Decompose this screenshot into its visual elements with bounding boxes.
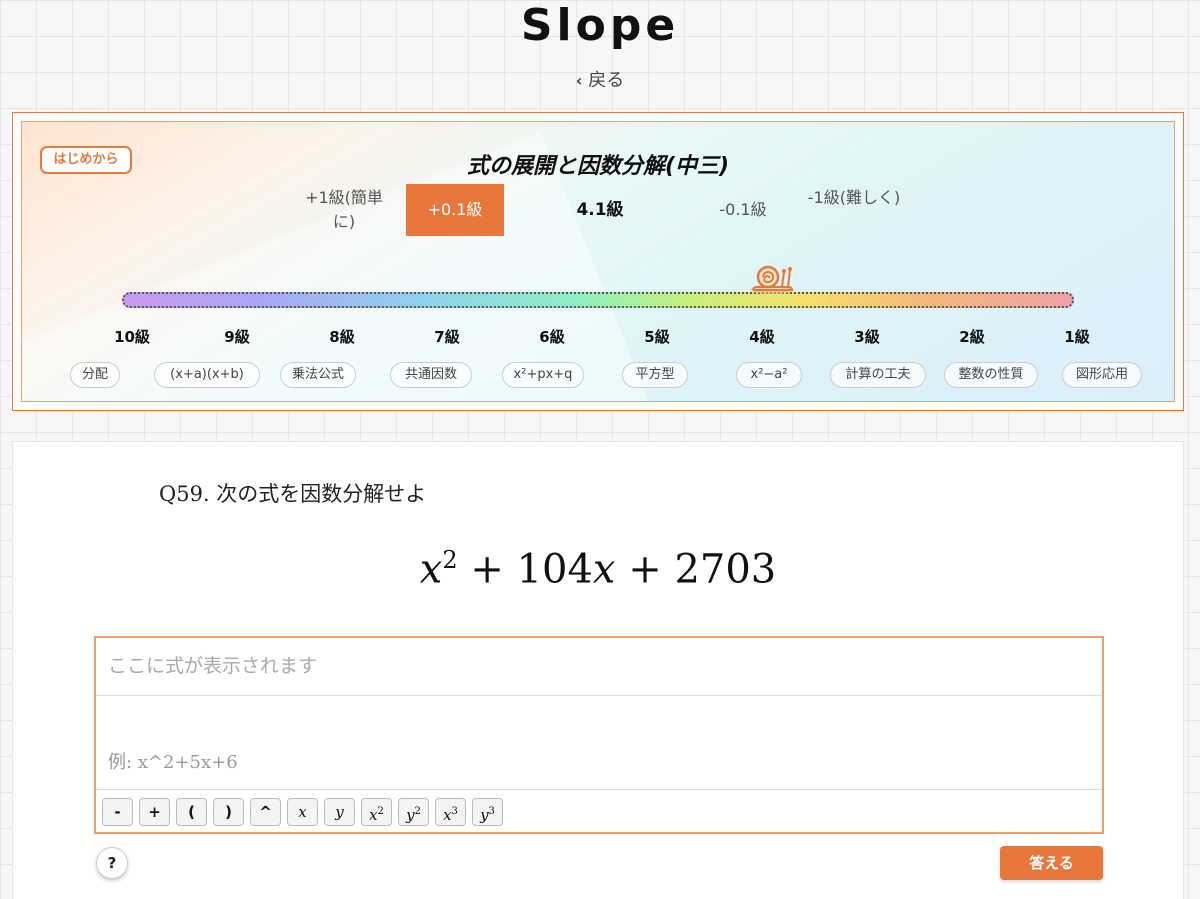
- topic-chip[interactable]: (x+a)(x+b): [154, 362, 260, 388]
- level-label: 6級: [539, 328, 565, 346]
- level-label: 1級: [1064, 328, 1090, 346]
- keypad-key-exponent: 2: [414, 806, 421, 817]
- topic-chip[interactable]: 分配: [70, 362, 120, 388]
- current-level: 4.1級: [576, 200, 624, 220]
- step-minus01-button[interactable]: -0.1級: [694, 198, 792, 222]
- keypad-key-label: x: [298, 803, 307, 821]
- keypad-key-label: +: [148, 803, 161, 821]
- back-link[interactable]: ‹ 戻る: [0, 66, 1200, 92]
- keypad-key[interactable]: x3: [435, 798, 466, 826]
- keypad-key[interactable]: ^: [250, 798, 281, 826]
- chevron-left-icon: ‹: [575, 71, 583, 90]
- expr-var-x2: x: [592, 546, 616, 593]
- app-title: Slope: [520, 0, 680, 51]
- topic-chip[interactable]: x²+px+q: [502, 362, 584, 388]
- topic-chip[interactable]: 平方型: [622, 362, 688, 388]
- keypad-key[interactable]: ): [213, 798, 244, 826]
- keypad-key[interactable]: x2: [361, 798, 392, 826]
- expr-var-x: x: [419, 546, 443, 593]
- level-label: 8級: [329, 328, 355, 346]
- level-label: 3級: [854, 328, 880, 346]
- keypad-key[interactable]: +: [139, 798, 170, 826]
- level-panel-inner: はじめから 式の展開と因数分解(中三) +1級(簡単に) +0.1級 4.1級 …: [21, 121, 1175, 402]
- level-label: 10級: [114, 328, 150, 346]
- keypad-key-exponent: 3: [451, 806, 458, 817]
- keypad-key-label: y: [480, 806, 489, 824]
- keypad-key-label: ): [225, 803, 232, 821]
- answer-input[interactable]: [96, 696, 1102, 790]
- step-plus01-button[interactable]: +0.1級: [406, 184, 504, 236]
- level-panel: はじめから 式の展開と因数分解(中三) +1級(簡単に) +0.1級 4.1級 …: [12, 112, 1184, 411]
- keypad-key[interactable]: y: [324, 798, 355, 826]
- submit-button[interactable]: 答える: [1000, 846, 1103, 880]
- question-card: Q59. 次の式を因数分解せよ x2 + 104x + 2703 ここに式が表示…: [12, 441, 1184, 899]
- topic-chip[interactable]: 整数の性質: [944, 362, 1038, 388]
- level-label: 9級: [224, 328, 250, 346]
- keypad-key[interactable]: -: [102, 798, 133, 826]
- expr-coef: 104: [516, 546, 593, 593]
- keypad-key-label: ^: [259, 803, 272, 821]
- topic-chip[interactable]: x²−a²: [736, 362, 802, 388]
- keypad-key-label: (: [188, 803, 195, 821]
- keypad-key-label: -: [114, 803, 121, 821]
- question-label: Q59. 次の式を因数分解せよ: [159, 482, 427, 506]
- expr-op1: +: [470, 546, 504, 593]
- keypad-key-exponent: 3: [488, 806, 495, 817]
- step-plus1-button[interactable]: +1級(簡単に): [294, 186, 394, 234]
- keypad-key-label: x: [369, 806, 378, 824]
- keypad: - +() ^ x y x2 y2 x3 y3: [102, 798, 503, 828]
- topic-chip[interactable]: 計算の工夫: [830, 362, 926, 388]
- keypad-key-label: x: [443, 806, 452, 824]
- level-label: 2級: [959, 328, 985, 346]
- answer-preview: ここに式が表示されます: [96, 638, 1102, 696]
- topic-chip[interactable]: 共通因数: [390, 362, 472, 388]
- keypad-key[interactable]: x: [287, 798, 318, 826]
- expr-exp: 2: [442, 546, 458, 574]
- snail-icon[interactable]: [748, 260, 796, 296]
- answer-box: ここに式が表示されます -+()^xyx2y2x3y3: [94, 636, 1104, 834]
- topic-chip[interactable]: 乗法公式: [280, 362, 356, 388]
- keypad-key-label: y: [406, 806, 415, 824]
- keypad-key-exponent: 2: [377, 806, 384, 817]
- keypad-key-label: y: [335, 803, 344, 821]
- level-label: 4級: [749, 328, 775, 346]
- expr-op2: +: [628, 546, 662, 593]
- unit-title: 式の展開と因数分解(中三): [466, 154, 730, 179]
- help-button[interactable]: ?: [96, 847, 128, 879]
- back-label: 戻る: [588, 70, 625, 91]
- keypad-key[interactable]: y2: [398, 798, 429, 826]
- question-expression: x2 + 104x + 2703: [13, 546, 1183, 592]
- step-minus1-button[interactable]: -1級(難しく): [804, 186, 904, 210]
- level-label: 5級: [644, 328, 670, 346]
- keypad-key[interactable]: y3: [472, 798, 503, 826]
- level-track[interactable]: [122, 292, 1074, 308]
- topic-chip[interactable]: 図形応用: [1062, 362, 1142, 388]
- level-label: 7級: [434, 328, 460, 346]
- expr-const: 2703: [674, 546, 777, 593]
- keypad-key[interactable]: (: [176, 798, 207, 826]
